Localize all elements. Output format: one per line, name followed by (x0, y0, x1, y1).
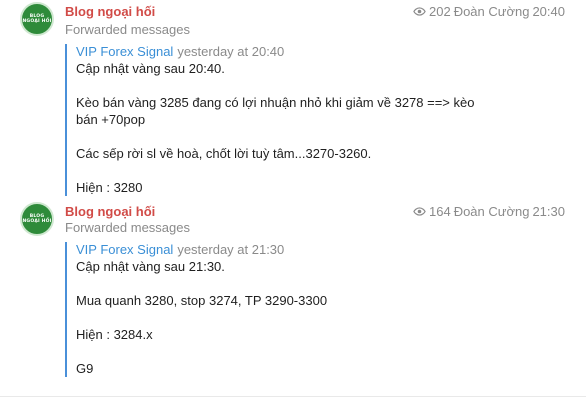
view-count: 202 (428, 4, 451, 19)
message-line: Cập nhật vàng sau 21:30. (76, 259, 225, 274)
forward-header: VIP Forex Signal yesterday at 20:40 (76, 44, 474, 60)
eye-icon (413, 207, 426, 216)
message-time: 21:30 (532, 204, 565, 219)
view-count: 164 (428, 204, 451, 219)
message-line: bán +70pop (76, 112, 146, 127)
sender-name[interactable]: Blog ngoại hối (65, 204, 155, 219)
forwarded-label: Forwarded messages (65, 220, 190, 235)
bottom-divider (0, 396, 586, 397)
channel-avatar[interactable]: BLOG NGOẠI HỐI (20, 2, 54, 36)
forwarded-label: Forwarded messages (65, 22, 190, 37)
forwarded-message: VIP Forex Signal yesterday at 21:30 Cập n… (65, 242, 327, 377)
message-line: Mua quanh 3280, stop 3274, TP 3290-3300 (76, 293, 328, 308)
channel-avatar[interactable]: BLOG NGOẠI HỐI (20, 202, 54, 236)
author-name: Đoàn Cường (453, 204, 530, 219)
message-line: Kèo bán vàng 3285 đang có lợi nhuận nhỏ … (76, 95, 475, 110)
avatar-text-line2: NGOẠI HỐI (22, 219, 52, 224)
message-line: Các sếp rời sl về hoà, chốt lời tuỳ tâm.… (76, 146, 372, 161)
avatar-text-line2: NGOẠI HỐI (22, 19, 52, 24)
forward-source-name[interactable]: VIP Forex Signal (76, 242, 173, 257)
message-line: G9 (76, 361, 94, 376)
forward-header: VIP Forex Signal yesterday at 21:30 (76, 242, 327, 258)
sender-name[interactable]: Blog ngoại hối (65, 4, 155, 19)
message-line: Hiện : 3280 (76, 180, 143, 195)
forward-source-time: yesterday at 21:30 (177, 242, 285, 257)
eye-icon (413, 7, 426, 16)
author-name: Đoàn Cường (453, 4, 530, 19)
message-line: Hiện : 3284.x (76, 327, 153, 342)
message-meta: 202 Đoàn Cường 20:40 (413, 4, 565, 19)
message-time: 20:40 (532, 4, 565, 19)
message-line: Cập nhật vàng sau 20:40. (76, 61, 225, 76)
forward-source-name[interactable]: VIP Forex Signal (76, 44, 173, 59)
forward-source-time: yesterday at 20:40 (177, 44, 285, 59)
message-meta: 164 Đoàn Cường 21:30 (413, 204, 565, 219)
forwarded-message: VIP Forex Signal yesterday at 20:40 Cập n… (65, 44, 474, 196)
